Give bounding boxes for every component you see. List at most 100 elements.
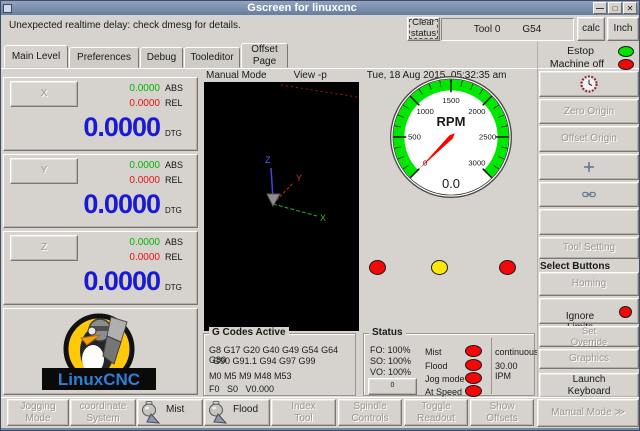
axis-x-button[interactable]: X bbox=[10, 81, 78, 107]
feed-override-label: FO: 100% bbox=[370, 345, 411, 355]
gcodes-line2: G90 G91.1 G94 G97 G99 bbox=[213, 356, 316, 366]
fsv-line: F0 S0 V0.000 bbox=[209, 384, 274, 394]
show-offsets-button[interactable]: Show Offsets bbox=[470, 399, 534, 426]
status-mist-label: Mist bbox=[425, 347, 442, 357]
gcodes-title: G Codes Active bbox=[209, 327, 289, 338]
clear-status-button[interactable]: Clear status bbox=[407, 17, 440, 41]
tool-setting-button[interactable]: Tool Setting bbox=[539, 237, 639, 259]
linuxcnc-logo: LinuxCNC bbox=[34, 311, 164, 393]
mcodes-line: M0 M5 M9 M48 M53 bbox=[209, 371, 292, 381]
axis-y-dtg-value: 0.0000 bbox=[83, 191, 160, 218]
axis-y-abs-value: 0.0000 bbox=[129, 160, 160, 171]
axis-z-dtg-value: 0.0000 bbox=[83, 268, 160, 295]
tab-offset-page[interactable]: Offset Page bbox=[241, 43, 288, 68]
tab-main-level[interactable]: Main Level bbox=[4, 45, 68, 68]
status-flood-label: Flood bbox=[425, 361, 448, 371]
status-separator bbox=[491, 338, 492, 394]
maximize-button[interactable]: □ bbox=[608, 2, 622, 14]
coordinate-system-button[interactable]: coordinate System bbox=[70, 399, 136, 426]
svg-text:500: 500 bbox=[408, 133, 422, 142]
tab-preferences[interactable]: Preferences bbox=[69, 47, 139, 68]
mist-spray-icon bbox=[141, 401, 161, 425]
minimize-button[interactable]: — bbox=[593, 2, 607, 14]
link-icon bbox=[582, 191, 596, 198]
z-axis-label: Z bbox=[265, 155, 271, 165]
tool-cone-icon bbox=[267, 194, 280, 206]
flood-button[interactable]: Flood bbox=[204, 399, 270, 426]
axis-panel-z: Z 0.0000ABS 0.0000REL 0.0000DTG bbox=[3, 231, 198, 305]
launch-keyboard-button[interactable]: Launch Keyboard bbox=[539, 373, 639, 398]
estop-label: Estop bbox=[567, 45, 594, 57]
spindle-override-label: SO: 100% bbox=[370, 356, 411, 366]
gremlin-axes: Z Y X bbox=[204, 82, 359, 331]
axis-z-abs-value: 0.0000 bbox=[129, 237, 160, 248]
y-axis-label: Y bbox=[296, 173, 302, 183]
spindle-led-left bbox=[369, 260, 386, 275]
machine-power-button[interactable] bbox=[539, 71, 639, 97]
machine-limits-line bbox=[281, 85, 357, 97]
spare-button[interactable] bbox=[539, 209, 639, 235]
machine-off-button[interactable]: Machine off bbox=[539, 58, 639, 70]
mode-label: Manual Mode bbox=[206, 70, 267, 81]
status-title: Status bbox=[369, 327, 406, 338]
spindle-led-right bbox=[499, 260, 516, 275]
gauge-value: 0.0 bbox=[387, 176, 515, 191]
status-message: Unexpected realtime delay: check dmesg f… bbox=[9, 20, 241, 31]
ignore-limits-led bbox=[619, 306, 632, 318]
link-button[interactable] bbox=[539, 182, 639, 207]
flood-led bbox=[465, 359, 482, 371]
spindle-led-center bbox=[431, 260, 448, 275]
axis-x-abs-value: 0.0000 bbox=[129, 83, 160, 94]
tool-number-label: Tool 0 bbox=[474, 24, 501, 35]
machine-off-led bbox=[618, 59, 634, 70]
manual-mode-button[interactable]: Manual Mode ≫ bbox=[537, 399, 639, 427]
axis-panel-x: X 0.0000ABS 0.0000REL 0.0000DTG bbox=[3, 77, 198, 151]
move-cross-icon bbox=[583, 161, 595, 173]
right-panel-separator bbox=[537, 42, 538, 397]
offset-origin-button[interactable]: Offset Origin bbox=[539, 126, 639, 152]
x-axis-label: X bbox=[320, 213, 326, 223]
toggle-readout-button[interactable]: Toggle Readout bbox=[404, 399, 468, 426]
ignore-limits-button[interactable]: Ignore Limits bbox=[539, 298, 639, 324]
graphics-button[interactable]: Graphics bbox=[539, 349, 639, 369]
close-button[interactable]: ✕ bbox=[623, 2, 637, 14]
clock-icon bbox=[580, 75, 598, 93]
axis-y-button[interactable]: Y bbox=[10, 158, 78, 184]
progress-display: 0 bbox=[368, 378, 417, 395]
jogging-mode-button[interactable]: Jogging Mode bbox=[7, 399, 69, 426]
rel-label: REL bbox=[165, 98, 189, 108]
svg-text:1500: 1500 bbox=[442, 96, 460, 105]
select-buttons-label: Select Buttons bbox=[540, 261, 610, 272]
titlebar: Gscreen for linuxcnc — □ ✕ bbox=[1, 1, 639, 15]
rpm-gauge: 050010001500200025003000 RPM 0.0 bbox=[387, 73, 515, 201]
axis-x-dtg-value: 0.0000 bbox=[83, 114, 160, 141]
tab-debug[interactable]: Debug bbox=[140, 47, 183, 68]
mist-led bbox=[465, 345, 482, 357]
homing-button[interactable]: Homing bbox=[539, 272, 639, 296]
jog-mode-value: continuous bbox=[495, 347, 539, 357]
calc-button[interactable]: calc bbox=[577, 17, 605, 41]
jog-mode-led bbox=[465, 372, 482, 384]
move-origin-button[interactable] bbox=[539, 154, 639, 180]
gremlin-view[interactable]: Z Y X bbox=[204, 82, 359, 331]
set-override-button[interactable]: Set Override bbox=[539, 326, 639, 347]
window-menu-icon[interactable] bbox=[3, 4, 12, 13]
tab-tooleditor[interactable]: Tooleditor bbox=[184, 47, 240, 68]
window-title: Gscreen for linuxcnc bbox=[12, 2, 592, 15]
zero-origin-button[interactable]: Zero Origin bbox=[539, 99, 639, 124]
axis-z-button[interactable]: Z bbox=[10, 235, 78, 261]
gauge-label: RPM bbox=[387, 114, 515, 129]
jog-rate-value: 30.00 IPM bbox=[495, 361, 534, 381]
estop-led bbox=[618, 46, 634, 57]
estop-button[interactable]: Estop bbox=[539, 45, 639, 57]
axis-panel-y: Y 0.0000ABS 0.0000REL 0.0000DTG bbox=[3, 154, 198, 228]
mist-button[interactable]: Mist bbox=[137, 399, 203, 426]
status-frame: Status FO: 100% SO: 100% VO: 100% 0 Mist… bbox=[363, 333, 535, 396]
dtg-label: DTG bbox=[165, 129, 189, 138]
unit-toggle-button[interactable]: Inch bbox=[607, 17, 639, 41]
gcodes-frame: G Codes Active G8 G17 G20 G40 G49 G54 G6… bbox=[203, 333, 356, 396]
view-button[interactable]: View -p bbox=[294, 70, 327, 81]
spindle-controls-button[interactable]: Spindle Controls bbox=[338, 399, 402, 426]
app-window: Gscreen for linuxcnc — □ ✕ Unexpected re… bbox=[0, 0, 640, 431]
index-tool-button[interactable]: Index Tool bbox=[271, 399, 336, 426]
